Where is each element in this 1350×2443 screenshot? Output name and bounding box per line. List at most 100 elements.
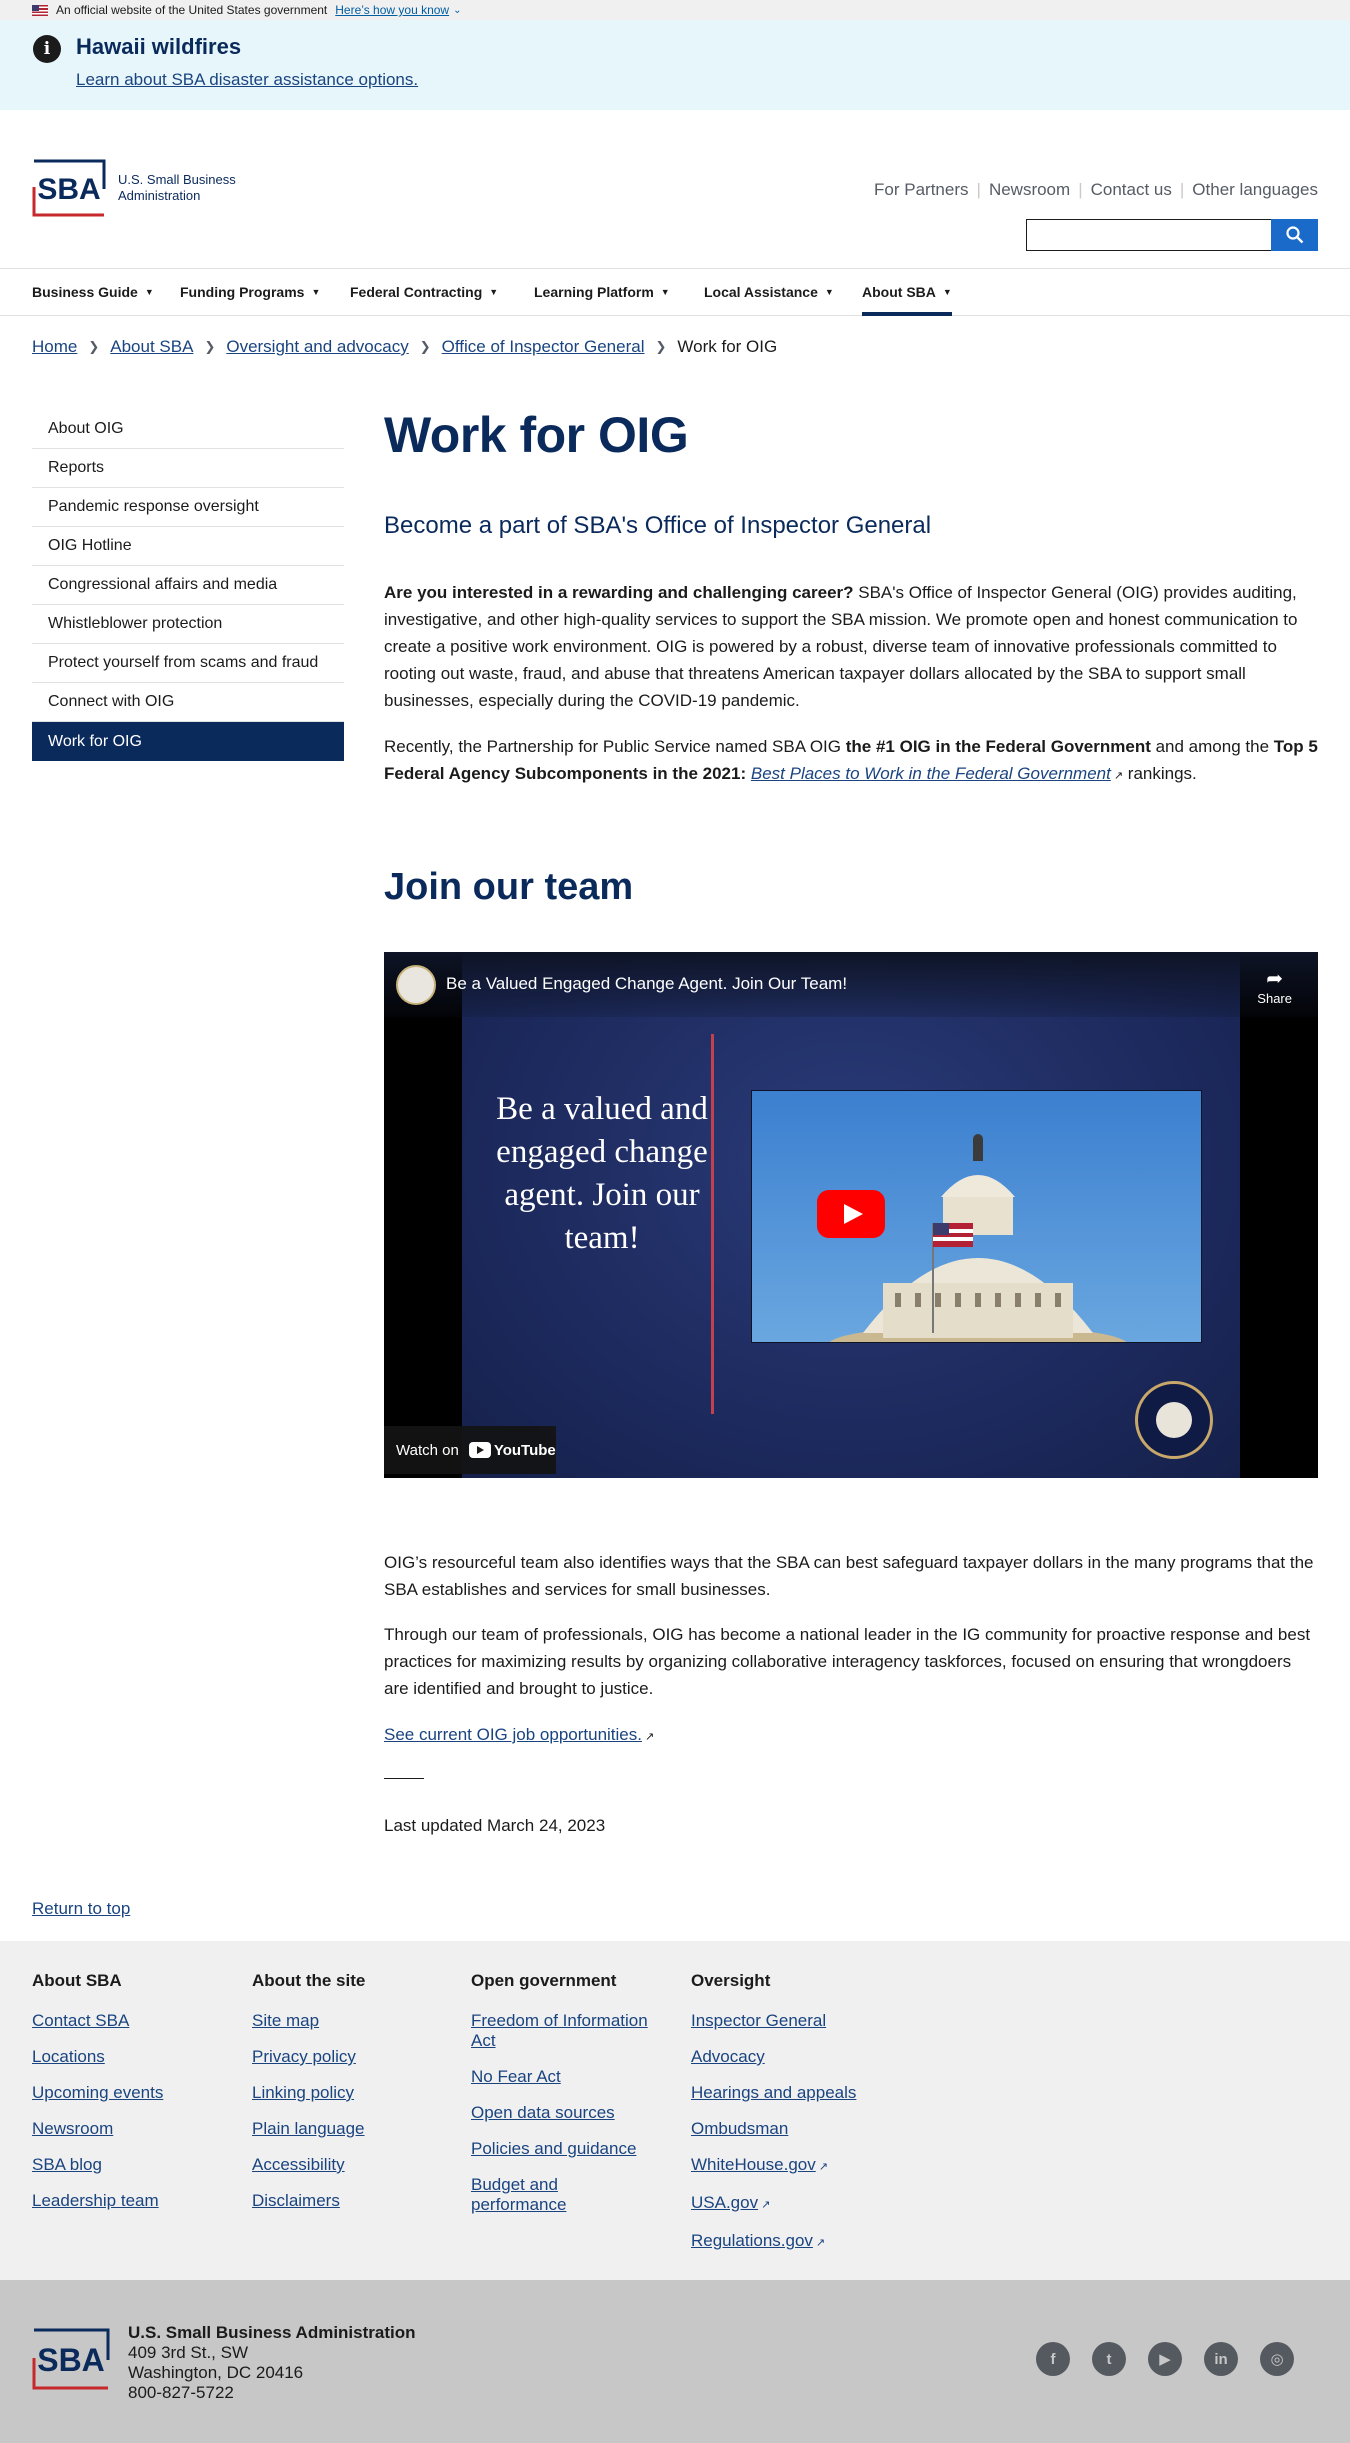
divider: |: [976, 180, 981, 199]
search-input[interactable]: [1026, 219, 1271, 251]
page-subheading: Become a part of SBA's Office of Inspect…: [384, 512, 932, 539]
return-to-top-link[interactable]: Return to top: [32, 1899, 130, 1919]
util-link-languages[interactable]: Other languages: [1192, 180, 1318, 200]
social-links: f t ▶ in ◎: [1014, 2342, 1294, 2376]
sidenav-item-reports[interactable]: Reports: [32, 449, 344, 488]
watch-on-youtube-button[interactable]: Watch on YouTube: [384, 1426, 556, 1474]
youtube-video-embed[interactable]: Be a Valued Engaged Change Agent. Join O…: [384, 952, 1318, 1478]
footer-col-heading: About the site: [252, 1971, 366, 1990]
footer-col-heading: Oversight: [691, 1971, 771, 1990]
footer-link-sba-blog[interactable]: SBA blog: [32, 2155, 102, 2174]
footer-link-linking-policy[interactable]: Linking policy: [252, 2083, 354, 2102]
footer-link-whitehouse[interactable]: WhiteHouse.gov: [691, 2155, 816, 2174]
nav-about-sba[interactable]: About SBA ▼: [862, 269, 952, 316]
capitol-dome-image: [829, 1134, 1127, 1342]
nav-local-assistance[interactable]: Local Assistance ▼: [704, 269, 834, 315]
footer-link-upcoming-events[interactable]: Upcoming events: [32, 2083, 163, 2102]
sba-logo-icon: SBA: [32, 159, 106, 217]
footer-link-newsroom[interactable]: Newsroom: [32, 2119, 113, 2138]
alert-link[interactable]: Learn about SBA disaster assistance opti…: [76, 70, 418, 90]
footer-link-open-data[interactable]: Open data sources: [471, 2103, 615, 2122]
ranking-paragraph: Recently, the Partnership for Public Ser…: [384, 733, 1318, 790]
twitter-icon[interactable]: t: [1092, 2342, 1126, 2376]
chevron-right-icon: ❯: [88, 339, 100, 354]
footer-link-contact-sba[interactable]: Contact SBA: [32, 2011, 129, 2030]
sidenav-item-scams[interactable]: Protect yourself from scams and fraud: [32, 644, 344, 683]
breadcrumb-about-sba[interactable]: About SBA: [110, 337, 193, 357]
footer-link-usa-gov[interactable]: USA.gov: [691, 2193, 758, 2212]
sba-logo[interactable]: SBA U.S. Small Business Administration: [32, 159, 236, 217]
footer-link-leadership-team[interactable]: Leadership team: [32, 2191, 159, 2210]
footer-col-oversight: Oversight Inspector General Advocacy Hea…: [691, 1971, 891, 2269]
nav-funding-programs[interactable]: Funding Programs ▼: [180, 269, 320, 315]
nav-business-guide[interactable]: Business Guide ▼: [32, 269, 154, 315]
sidenav-item-connect[interactable]: Connect with OIG: [32, 683, 344, 722]
agency-name-line2: Administration: [118, 188, 201, 203]
footer-sba-logo[interactable]: SBA: [32, 2328, 110, 2395]
instagram-icon[interactable]: ◎: [1260, 2342, 1294, 2376]
play-button[interactable]: [817, 1190, 885, 1238]
footer-link-accessibility[interactable]: Accessibility: [252, 2155, 345, 2174]
footer-link-disclaimers[interactable]: Disclaimers: [252, 2191, 340, 2210]
footer-link-budget[interactable]: Budget and performance: [471, 2175, 566, 2214]
chevron-down-icon: ▼: [942, 287, 952, 297]
youtube-icon[interactable]: ▶: [1148, 2342, 1182, 2376]
chevron-right-icon: ❯: [655, 339, 667, 354]
footer-link-ombudsman[interactable]: Ombudsman: [691, 2119, 788, 2138]
footer-link-no-fear-act[interactable]: No Fear Act: [471, 2067, 561, 2086]
chevron-down-icon: ▼: [824, 287, 834, 297]
channel-avatar[interactable]: [396, 965, 436, 1005]
footer-link-plain-language[interactable]: Plain language: [252, 2119, 364, 2138]
nav-learning-platform[interactable]: Learning Platform ▼: [534, 269, 670, 315]
youtube-wordmark: YouTube: [493, 1441, 556, 1459]
util-link-partners[interactable]: For Partners: [874, 180, 968, 200]
sidenav-item-whistleblower[interactable]: Whistleblower protection: [32, 605, 344, 644]
sidenav-item-congressional[interactable]: Congressional affairs and media: [32, 566, 344, 605]
util-link-contact[interactable]: Contact us: [1091, 180, 1172, 200]
share-button[interactable]: ➦ Share: [1257, 966, 1292, 1006]
sidenav-item-work-for-oig[interactable]: Work for OIG: [32, 722, 344, 761]
footer-col-heading: About SBA: [32, 1971, 122, 1990]
jobs-paragraph: See current OIG job opportunities. ↗: [384, 1721, 1318, 1751]
alert-title: Hawaii wildfires: [76, 34, 242, 59]
footer-link-locations[interactable]: Locations: [32, 2047, 105, 2066]
sidenav-item-pandemic[interactable]: Pandemic response oversight: [32, 488, 344, 527]
youtube-logo: YouTube: [468, 1441, 556, 1459]
breadcrumb-oversight[interactable]: Oversight and advocacy: [226, 337, 408, 357]
nav-label: Funding Programs: [180, 284, 305, 300]
footer-link-foia[interactable]: Freedom of Information Act: [471, 2011, 648, 2050]
footer-address: U.S. Small Business Administration 409 3…: [128, 2323, 416, 2403]
sidenav-item-about-oig[interactable]: About OIG: [32, 410, 344, 449]
footer-link-site-map[interactable]: Site map: [252, 2011, 319, 2030]
heres-how-you-know-link[interactable]: Here’s how you know: [335, 3, 449, 17]
video-title[interactable]: Be a Valued Engaged Change Agent. Join O…: [446, 974, 847, 994]
nav-federal-contracting[interactable]: Federal Contracting ▼: [350, 269, 498, 315]
footer-link-regulations[interactable]: Regulations.gov: [691, 2231, 813, 2250]
footer-col-about-site: About the site Site map Privacy policy L…: [252, 1971, 452, 2227]
job-opportunities-link[interactable]: See current OIG job opportunities.: [384, 1725, 642, 1744]
divider: [711, 1034, 714, 1414]
share-icon: ➦: [1266, 968, 1284, 990]
safeguard-paragraph: OIG’s resourceful team also identifies w…: [384, 1553, 1314, 1599]
chevron-down-icon: ▼: [144, 287, 154, 297]
util-link-newsroom[interactable]: Newsroom: [989, 180, 1070, 200]
share-label: Share: [1257, 991, 1292, 1006]
footer-link-privacy-policy[interactable]: Privacy policy: [252, 2047, 356, 2066]
footer-link-inspector-general[interactable]: Inspector General: [691, 2011, 826, 2030]
sidenav-item-hotline[interactable]: OIG Hotline: [32, 527, 344, 566]
breadcrumb-oig[interactable]: Office of Inspector General: [442, 337, 645, 357]
video-slogan: Be a valued and engaged change agent. Jo…: [496, 1091, 708, 1256]
linkedin-icon[interactable]: in: [1204, 2342, 1238, 2376]
footer-link-hearings[interactable]: Hearings and appeals: [691, 2083, 856, 2102]
search-button[interactable]: [1271, 219, 1318, 251]
best-places-link[interactable]: Best Places to Work in the Federal Gover…: [751, 764, 1111, 783]
breadcrumb-home[interactable]: Home: [32, 337, 77, 357]
facebook-icon[interactable]: f: [1036, 2342, 1070, 2376]
chevron-down-icon[interactable]: ⌄: [453, 5, 461, 16]
breadcrumb: Home ❯ About SBA ❯ Oversight and advocac…: [32, 337, 777, 357]
footer-link-policies[interactable]: Policies and guidance: [471, 2139, 636, 2158]
footer-phone[interactable]: 800-827-5722: [128, 2383, 416, 2403]
chevron-down-icon: ▼: [311, 287, 321, 297]
footer-address-line2: Washington, DC 20416: [128, 2363, 304, 2382]
footer-link-advocacy[interactable]: Advocacy: [691, 2047, 765, 2066]
